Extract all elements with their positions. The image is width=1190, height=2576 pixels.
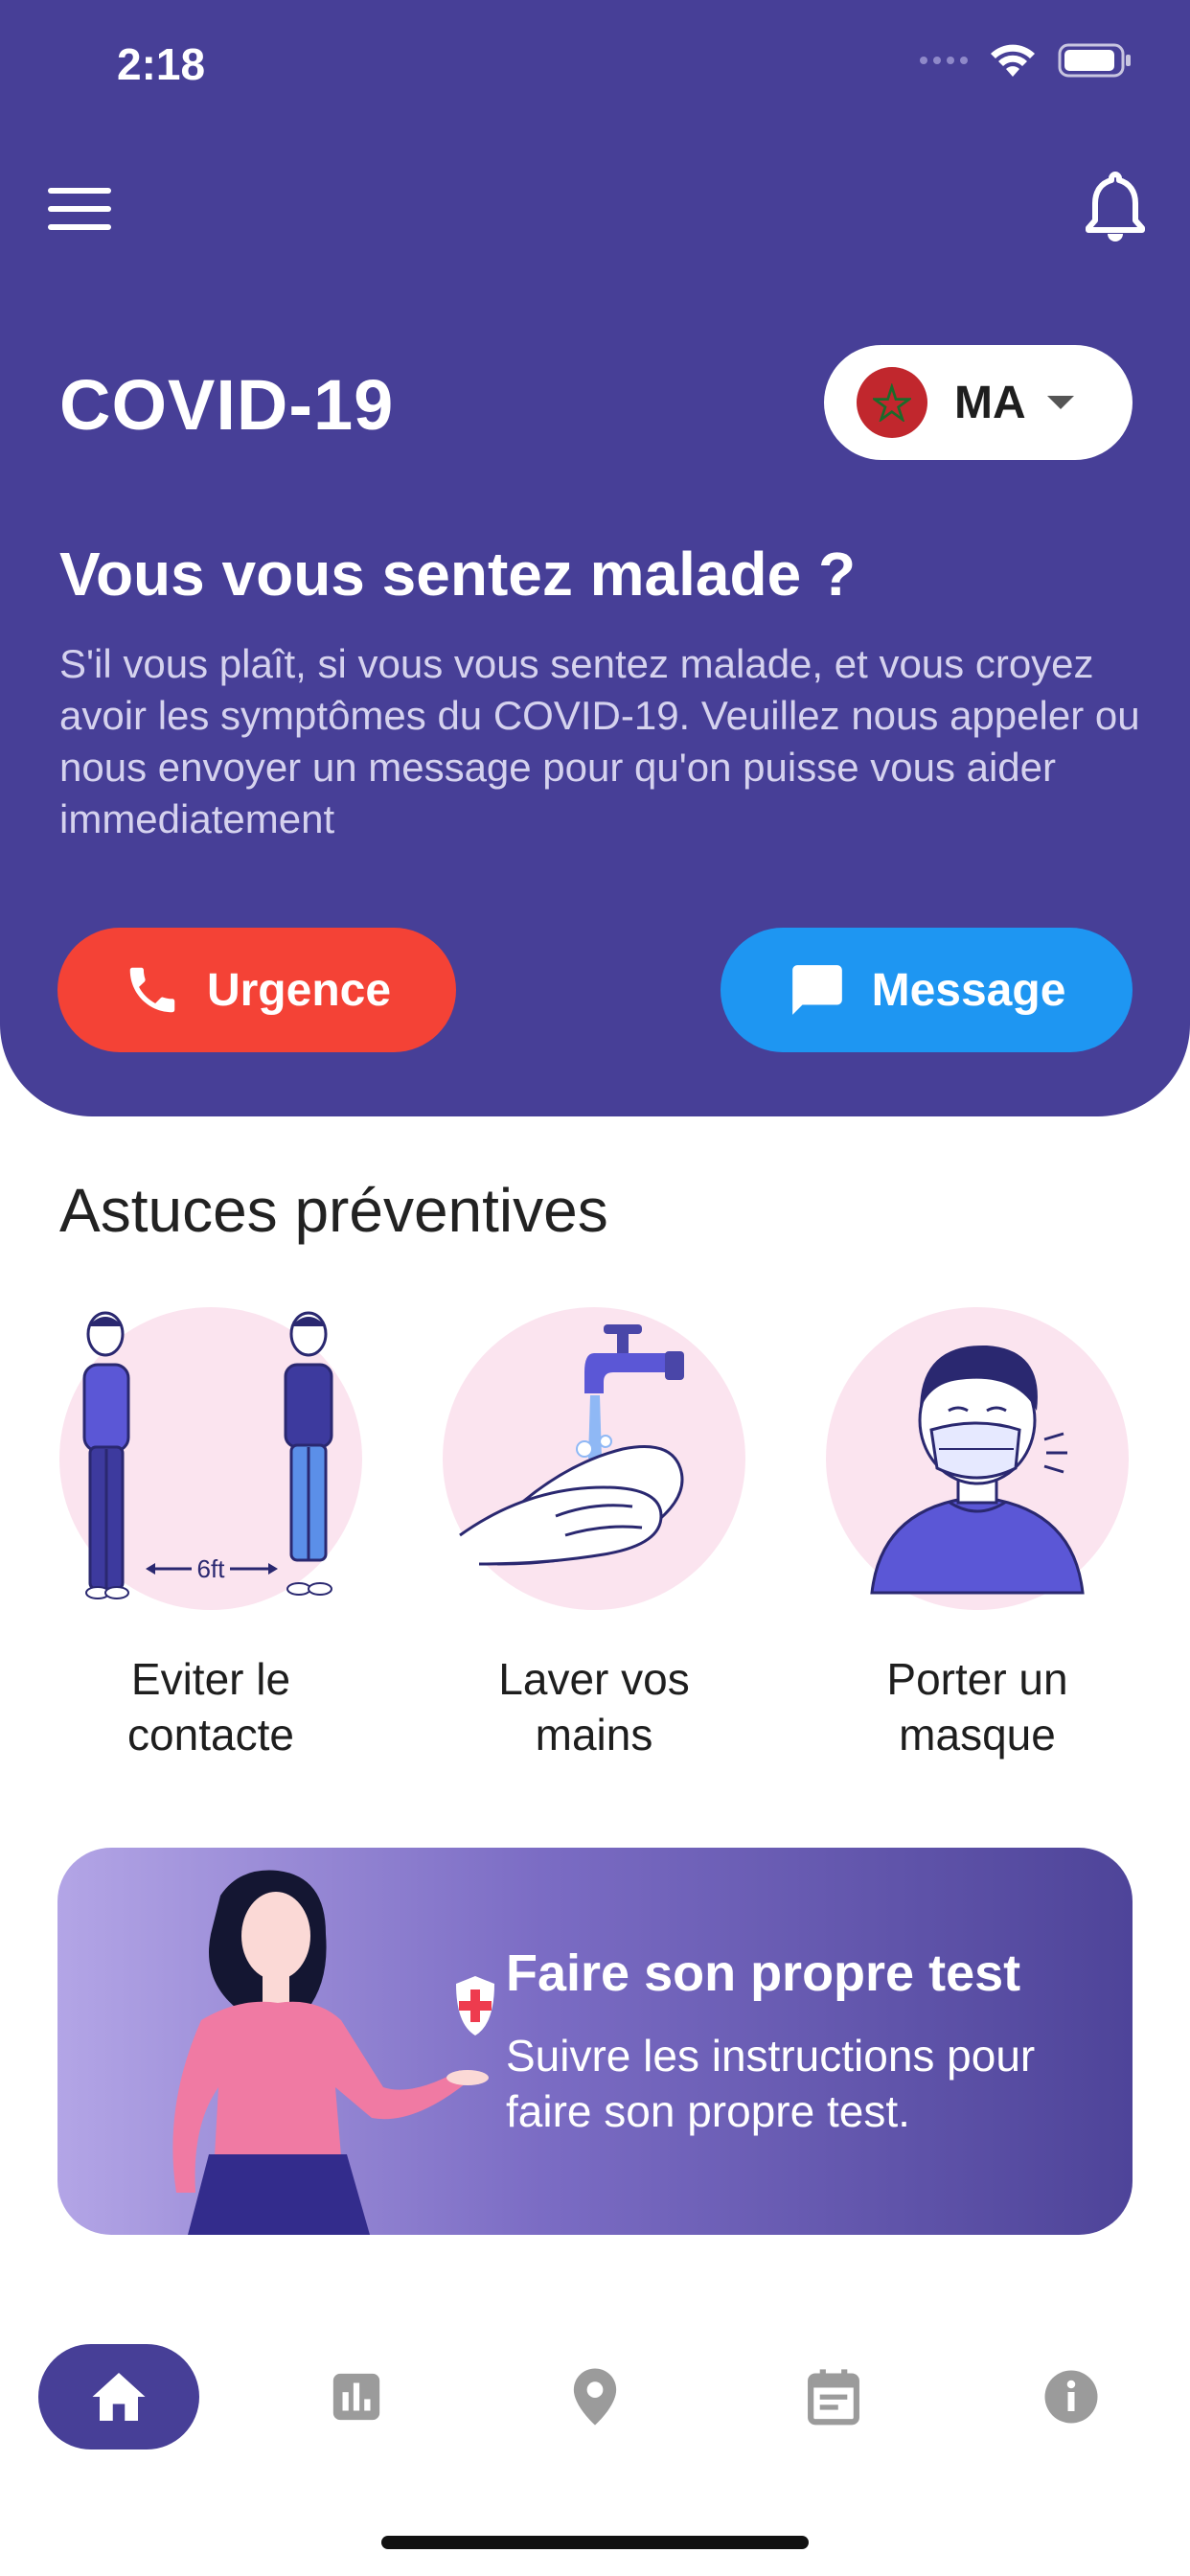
- status-time: 2:18: [117, 39, 206, 89]
- handwashing-illustration-icon: [443, 1307, 745, 1610]
- morocco-flag-icon: [857, 367, 927, 438]
- message-label: Message: [871, 964, 1066, 1016]
- country-code: MA: [954, 377, 1026, 428]
- location-icon: [573, 2368, 617, 2426]
- tip-label: Eviter le contacte: [127, 1654, 294, 1760]
- self-test-title: Faire son propre test: [506, 1944, 1021, 2002]
- tip-wear-mask[interactable]: Porter un masque: [824, 1305, 1131, 1762]
- woman-illustration-icon: [172, 1870, 494, 2235]
- message-button[interactable]: Message: [721, 928, 1133, 1052]
- home-indicator[interactable]: [381, 2536, 809, 2549]
- nav-stats[interactable]: [276, 2344, 437, 2450]
- tip-avoid-contact[interactable]: 6ft Eviter le contacte: [57, 1305, 364, 1762]
- distancing-illustration-icon: 6ft: [59, 1307, 362, 1610]
- header-panel: 2:18 COVID-19 MA Vous vous sentez malade…: [0, 0, 1190, 1116]
- chat-icon: [791, 965, 842, 1015]
- chevron-down-icon: [1046, 396, 1074, 409]
- bottom-navigation: [0, 2338, 1190, 2453]
- country-selector[interactable]: MA: [824, 345, 1133, 460]
- status-icons: [920, 42, 1133, 79]
- nav-calendar[interactable]: [753, 2344, 914, 2450]
- bell-icon[interactable]: [1085, 171, 1146, 243]
- tips-section-title: Astuces préventives: [59, 1176, 608, 1245]
- self-test-card[interactable]: Faire son propre test Suivre les instruc…: [57, 1848, 1133, 2235]
- home-icon: [92, 2373, 146, 2421]
- nav-location[interactable]: [515, 2344, 675, 2450]
- mask-illustration-icon: [826, 1307, 1129, 1610]
- distance-label: 6ft: [197, 1554, 226, 1583]
- sick-description: S'il vous plaît, si vous vous sentez mal…: [59, 641, 1140, 841]
- stats-icon: [332, 2373, 380, 2421]
- calendar-icon: [808, 2369, 859, 2426]
- urgence-label: Urgence: [206, 964, 392, 1016]
- phone-icon: [129, 967, 175, 1013]
- wifi-icon: [991, 44, 1035, 77]
- sick-headline: Vous vous sentez malade ?: [59, 540, 857, 609]
- tip-wash-hands[interactable]: Laver vos mains: [441, 1305, 747, 1762]
- nav-home[interactable]: [38, 2344, 199, 2450]
- self-test-subtitle: Suivre les instructions pour faire son p…: [506, 2031, 1036, 2136]
- battery-icon: [1058, 43, 1131, 78]
- menu-icon[interactable]: [48, 186, 111, 232]
- app-title: COVID-19: [59, 365, 395, 445]
- urgence-button[interactable]: Urgence: [57, 928, 456, 1052]
- signal-icon: [920, 57, 968, 64]
- nav-info[interactable]: [991, 2344, 1152, 2450]
- tip-label: Laver vos mains: [498, 1654, 690, 1760]
- tip-label: Porter un masque: [886, 1654, 1068, 1760]
- info-icon: [1044, 2370, 1098, 2424]
